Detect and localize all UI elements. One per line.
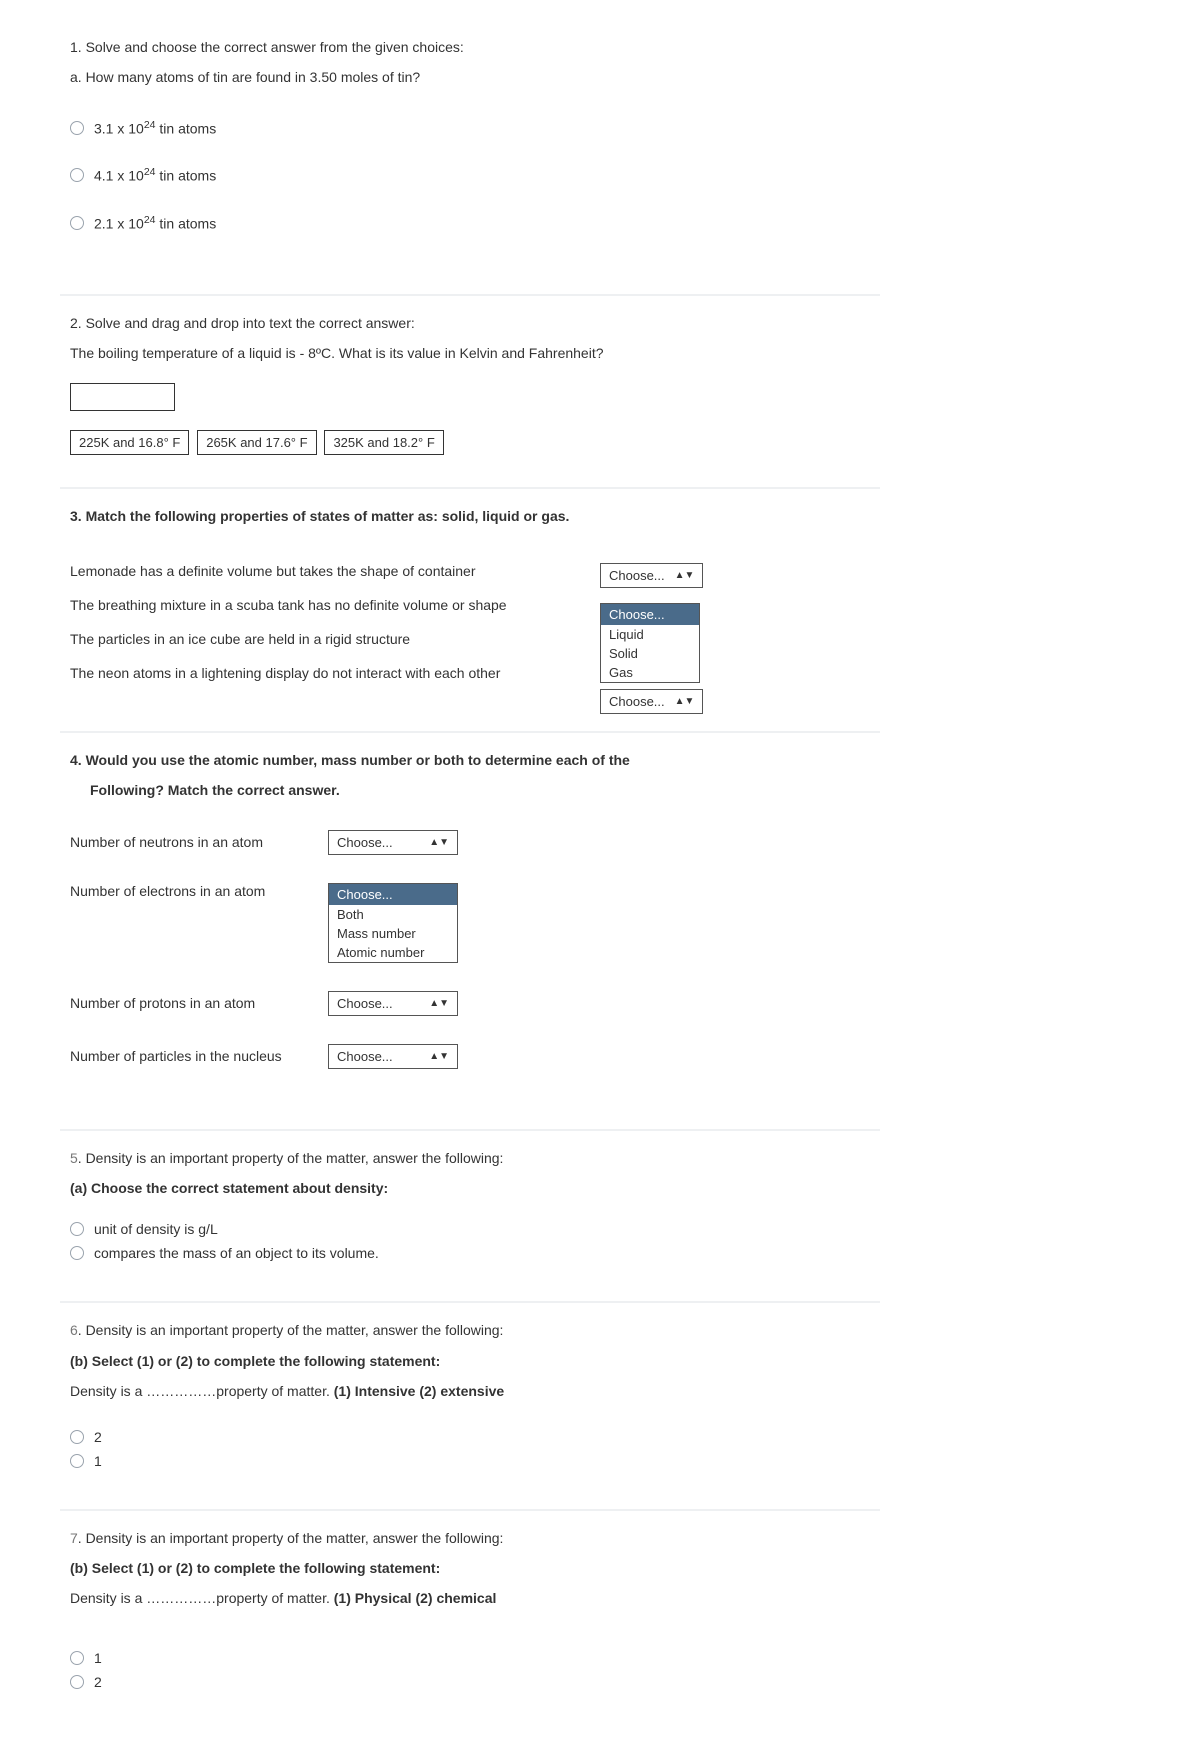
- q4-header-1: 4. Would you use the atomic number, mass…: [70, 749, 870, 771]
- q6-statement: Density is a ……………property of matter. (1…: [70, 1380, 870, 1402]
- question-1: 1. Solve and choose the correct answer f…: [60, 20, 880, 290]
- q4-header-2: Following? Match the correct answer.: [70, 779, 870, 801]
- radio-icon: [70, 1246, 84, 1260]
- option-label: 1: [94, 1650, 102, 1666]
- option-label: 2.1 x 1024 tin atoms: [94, 214, 216, 232]
- q7-option-a[interactable]: 1: [70, 1650, 870, 1666]
- q6-option-a[interactable]: 2: [70, 1429, 870, 1445]
- select-option-solid[interactable]: Solid: [601, 644, 699, 663]
- q4-select-d[interactable]: Choose... ▲▼: [328, 1044, 458, 1069]
- radio-icon: [70, 1675, 84, 1689]
- q1-subtext: a. How many atoms of tin are found in 3.…: [70, 66, 870, 88]
- question-5: 5. Density is an important property of t…: [60, 1129, 880, 1298]
- q5-lead: 5. Density is an important property of t…: [70, 1147, 870, 1169]
- option-label: 3.1 x 1024 tin atoms: [94, 119, 216, 137]
- question-2: 2. Solve and drag and drop into text the…: [60, 294, 880, 483]
- select-option-placeholder[interactable]: Choose...: [601, 604, 699, 625]
- radio-icon: [70, 216, 84, 230]
- q4-select-c[interactable]: Choose... ▲▼: [328, 991, 458, 1016]
- chevron-updown-icon: ▲▼: [429, 998, 449, 1009]
- q7-lead: 7. Density is an important property of t…: [70, 1527, 870, 1549]
- option-label: 2: [94, 1674, 102, 1690]
- radio-icon: [70, 1222, 84, 1236]
- radio-icon: [70, 1454, 84, 1468]
- radio-icon: [70, 1651, 84, 1665]
- select-value: Choose...: [337, 996, 393, 1011]
- q3-select-d[interactable]: Choose... ▲▼: [600, 689, 703, 714]
- chevron-updown-icon: ▲▼: [675, 696, 695, 707]
- drag-chip-b[interactable]: 265K and 17.6° F: [197, 430, 316, 455]
- radio-icon: [70, 1430, 84, 1444]
- q7-sub: (b) Select (1) or (2) to complete the fo…: [70, 1557, 870, 1579]
- select-option-gas[interactable]: Gas: [601, 663, 699, 682]
- q4-row-b: Number of electrons in an atom: [70, 883, 310, 899]
- select-value: Choose...: [337, 835, 393, 850]
- radio-icon: [70, 121, 84, 135]
- question-6: 6. Density is an important property of t…: [60, 1301, 880, 1504]
- q3-select-a[interactable]: Choose... ▲▼: [600, 563, 703, 588]
- drop-target[interactable]: [70, 383, 175, 411]
- select-value: Choose...: [609, 694, 665, 709]
- q5-option-a[interactable]: unit of density is g/L: [70, 1221, 870, 1237]
- q3-row-d: The neon atoms in a lightening display d…: [70, 665, 500, 681]
- q7-option-b[interactable]: 2: [70, 1674, 870, 1690]
- q3-row-b: The breathing mixture in a scuba tank ha…: [70, 597, 507, 613]
- option-label: 2: [94, 1429, 102, 1445]
- question-3: 3. Match the following properties of sta…: [60, 487, 880, 727]
- q4-select-b-open[interactable]: Choose... Both Mass number Atomic number: [328, 883, 458, 963]
- select-option-both[interactable]: Both: [329, 905, 457, 924]
- q4-select-a[interactable]: Choose... ▲▼: [328, 830, 458, 855]
- question-7: 7. Density is an important property of t…: [60, 1509, 880, 1726]
- q1-option-a[interactable]: 3.1 x 1024 tin atoms: [70, 119, 870, 137]
- q1-option-b[interactable]: 4.1 x 1024 tin atoms: [70, 166, 870, 184]
- q7-number: 7: [70, 1530, 78, 1546]
- q3-row-c: The particles in an ice cube are held in…: [70, 631, 410, 647]
- q1-option-c[interactable]: 2.1 x 1024 tin atoms: [70, 214, 870, 232]
- q6-lead: 6. Density is an important property of t…: [70, 1319, 870, 1341]
- option-label: 4.1 x 1024 tin atoms: [94, 166, 216, 184]
- option-label: 1: [94, 1453, 102, 1469]
- select-option-liquid[interactable]: Liquid: [601, 625, 699, 644]
- radio-icon: [70, 168, 84, 182]
- chevron-updown-icon: ▲▼: [429, 1051, 449, 1062]
- q7-statement: Density is a ……………property of matter. (1…: [70, 1587, 870, 1609]
- q2-body: The boiling temperature of a liquid is -…: [70, 342, 870, 364]
- q5-option-b[interactable]: compares the mass of an object to its vo…: [70, 1245, 870, 1261]
- select-value: Choose...: [337, 1049, 393, 1064]
- select-value: Choose...: [609, 568, 665, 583]
- option-label: unit of density is g/L: [94, 1221, 218, 1237]
- q6-option-b[interactable]: 1: [70, 1453, 870, 1469]
- q3-select-b-open[interactable]: Choose... Liquid Solid Gas: [600, 603, 700, 683]
- chevron-updown-icon: ▲▼: [675, 570, 695, 581]
- q5-number: 5: [70, 1150, 78, 1166]
- chevron-updown-icon: ▲▼: [429, 837, 449, 848]
- select-option-atomic-number[interactable]: Atomic number: [329, 943, 457, 962]
- q4-row-c: Number of protons in an atom: [70, 995, 310, 1011]
- q4-row-a: Number of neutrons in an atom: [70, 834, 310, 850]
- question-4: 4. Would you use the atomic number, mass…: [60, 731, 880, 1125]
- q6-sub: (b) Select (1) or (2) to complete the fo…: [70, 1350, 870, 1372]
- option-label: compares the mass of an object to its vo…: [94, 1245, 379, 1261]
- drag-chip-c[interactable]: 325K and 18.2° F: [324, 430, 443, 455]
- select-option-mass-number[interactable]: Mass number: [329, 924, 457, 943]
- q6-number: 6: [70, 1322, 78, 1338]
- q5-sub: (a) Choose the correct statement about d…: [70, 1177, 870, 1199]
- q3-row-a: Lemonade has a definite volume but takes…: [70, 563, 476, 579]
- q1-header: 1. Solve and choose the correct answer f…: [70, 36, 870, 58]
- q3-header: 3. Match the following properties of sta…: [70, 505, 870, 527]
- select-option-placeholder[interactable]: Choose...: [329, 884, 457, 905]
- drag-chip-a[interactable]: 225K and 16.8° F: [70, 430, 189, 455]
- q2-header: 2. Solve and drag and drop into text the…: [70, 312, 870, 334]
- q4-row-d: Number of particles in the nucleus: [70, 1048, 310, 1064]
